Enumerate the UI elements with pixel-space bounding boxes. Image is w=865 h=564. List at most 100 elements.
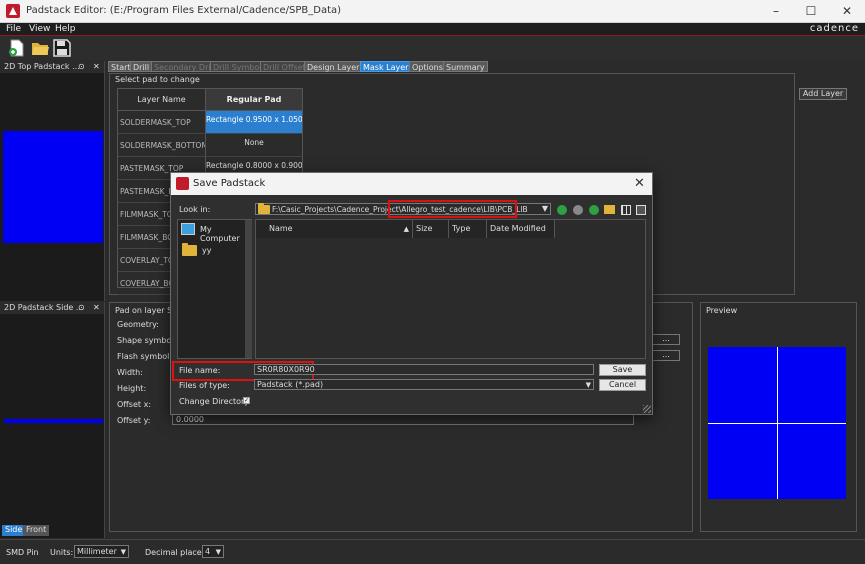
tab-side[interactable]: Side	[2, 525, 26, 536]
file-list: Name ▲ Size Type Date Modified	[255, 219, 646, 359]
units-label: Units:	[50, 548, 74, 557]
col-header-regular: Regular Pad	[206, 89, 302, 111]
menu-help[interactable]: Help	[55, 24, 76, 34]
maximize-icon[interactable]: ☐	[804, 4, 818, 18]
place-my-computer[interactable]: My Computer	[200, 225, 251, 243]
tab-front[interactable]: Front	[23, 525, 50, 536]
side-pane-label: 2D Padstack Side ...	[4, 303, 84, 312]
minimize-icon[interactable]: –	[769, 4, 783, 18]
cancel-button[interactable]: Cancel	[599, 379, 646, 391]
flash-symbol-browse-button[interactable]: ...	[652, 350, 680, 361]
height-label: Height:	[117, 384, 147, 393]
add-layer-button[interactable]: Add Layer	[799, 88, 847, 100]
units-select[interactable]: Millimeter ▼	[74, 545, 129, 558]
path-highlight-box	[388, 200, 517, 218]
width-label: Width:	[117, 368, 143, 377]
files-of-type-value: Padstack (*.pad)	[257, 380, 324, 389]
files-of-type-label: Files of type:	[179, 381, 230, 390]
look-in-label: Look in:	[179, 205, 211, 214]
close-icon[interactable]: ✕	[840, 4, 854, 18]
file-name-input[interactable]: SR0R80X0R90	[254, 364, 594, 375]
pin-icon[interactable]: ⊙	[78, 303, 85, 312]
status-bar: SMD Pin Units: Millimeter ▼ Decimal plac…	[0, 539, 865, 564]
file-name-label: File name:	[179, 366, 221, 375]
shape-symbol-browse-button[interactable]: ...	[652, 334, 680, 345]
computer-icon	[181, 223, 195, 235]
tab-mask-layers[interactable]: Mask Layers	[360, 61, 416, 72]
side-view-pane-title: 2D Padstack Side ...	[0, 302, 104, 314]
places-sidebar: My Computer yy	[177, 219, 252, 359]
change-directory-checkbox[interactable]: ✓	[243, 397, 250, 404]
tab-summary[interactable]: Summary	[443, 61, 488, 72]
units-value: Millimeter	[77, 547, 117, 556]
shape-symbol-label: Shape symbol:	[117, 336, 177, 345]
flash-symbol-label: Flash symbol:	[117, 352, 173, 361]
col-header-layer: Layer Name	[118, 89, 206, 111]
top-pane-label: 2D Top Padstack ...	[4, 62, 80, 71]
side-pad-shape	[4, 419, 103, 423]
close-pane-icon[interactable]: ✕	[93, 62, 100, 71]
decimal-places-label: Decimal places:	[145, 548, 209, 557]
new-file-icon[interactable]	[8, 39, 26, 57]
preview-title: Preview	[706, 306, 738, 315]
menu-view[interactable]: View	[29, 24, 50, 34]
col-name[interactable]: Name ▲	[256, 220, 413, 238]
close-pane-icon[interactable]: ✕	[93, 303, 100, 312]
tab-drill-offset[interactable]: Drill Offset	[260, 61, 309, 72]
decimal-value: 4	[205, 547, 211, 556]
dialog-app-icon	[176, 177, 189, 190]
regular-pad-cell[interactable]: None	[206, 134, 302, 157]
preview-crosshair-h	[708, 423, 846, 424]
col-name-label: Name	[269, 224, 293, 233]
save-icon[interactable]	[53, 39, 71, 57]
col-type[interactable]: Type	[449, 220, 487, 238]
col-date-modified[interactable]: Date Modified	[487, 220, 555, 238]
sort-asc-icon: ▲	[403, 225, 409, 233]
pin-icon[interactable]: ⊙	[78, 62, 85, 71]
chevron-down-icon: ▼	[120, 548, 126, 556]
dialog-title: Save Padstack	[193, 178, 266, 189]
list-view-icon[interactable]	[621, 205, 631, 215]
col-size[interactable]: Size	[413, 220, 449, 238]
forward-icon[interactable]	[573, 205, 583, 215]
tab-drill[interactable]: Drill	[130, 61, 153, 72]
change-directory-label: Change Directory	[179, 397, 250, 406]
offset-x-label: Offset x:	[117, 400, 152, 409]
resize-grip-icon[interactable]	[643, 405, 651, 413]
app-logo-icon	[6, 4, 20, 18]
offset-y-label: Offset y:	[117, 416, 151, 425]
up-folder-icon[interactable]	[589, 205, 599, 215]
layer-name-cell[interactable]: SOLDERMASK_BOTTOM	[118, 134, 206, 157]
top-pad-shape	[3, 131, 103, 243]
folder-icon	[258, 203, 270, 214]
dialog-title-bar: Save Padstack ✕	[171, 173, 652, 195]
side-view-pane: 2D Padstack Side ... ⊙ ✕ Side Front	[0, 302, 105, 538]
top-view-pane-title: 2D Top Padstack ...	[0, 61, 104, 73]
menu-bar: File View Help cadence	[0, 23, 865, 36]
tab-secondary-drill[interactable]: Secondary Drill	[151, 61, 219, 72]
top-view-pane: 2D Top Padstack ... ⊙ ✕	[0, 61, 105, 301]
tab-options[interactable]: Options	[409, 61, 446, 72]
decimal-places-select[interactable]: 4 ▼	[202, 545, 224, 558]
save-padstack-dialog: Save Padstack ✕ Look in: F:\Casic_Projec…	[170, 172, 653, 415]
window-title-bar: Padstack Editor: (E:/Program Files Exter…	[0, 0, 865, 23]
dialog-close-icon[interactable]: ✕	[634, 176, 645, 191]
regular-pad-cell[interactable]: Rectangle 0.9500 x 1.0500	[206, 111, 302, 134]
files-of-type-select[interactable]: Padstack (*.pad) ▼	[254, 379, 594, 390]
new-folder-icon[interactable]	[604, 205, 615, 214]
tab-design-layers[interactable]: Design Layers	[304, 61, 367, 72]
chevron-down-icon: ▼	[541, 204, 548, 213]
tab-drill-symbol[interactable]: Drill Symbol	[210, 61, 265, 72]
geometry-label: Geometry:	[117, 320, 160, 329]
offset-y-input[interactable]: 0.0000	[172, 414, 634, 425]
open-folder-icon[interactable]	[31, 39, 49, 57]
back-icon[interactable]	[557, 205, 567, 215]
brand-logo: cadence	[809, 23, 859, 34]
layer-name-cell[interactable]: SOLDERMASK_TOP	[118, 111, 206, 134]
place-yy[interactable]: yy	[202, 246, 211, 255]
preview-panel: Preview	[700, 302, 857, 532]
sidebar-scrollbar[interactable]	[245, 220, 252, 358]
detail-view-icon[interactable]	[636, 205, 646, 215]
menu-file[interactable]: File	[6, 24, 21, 34]
save-button[interactable]: Save	[599, 364, 646, 376]
